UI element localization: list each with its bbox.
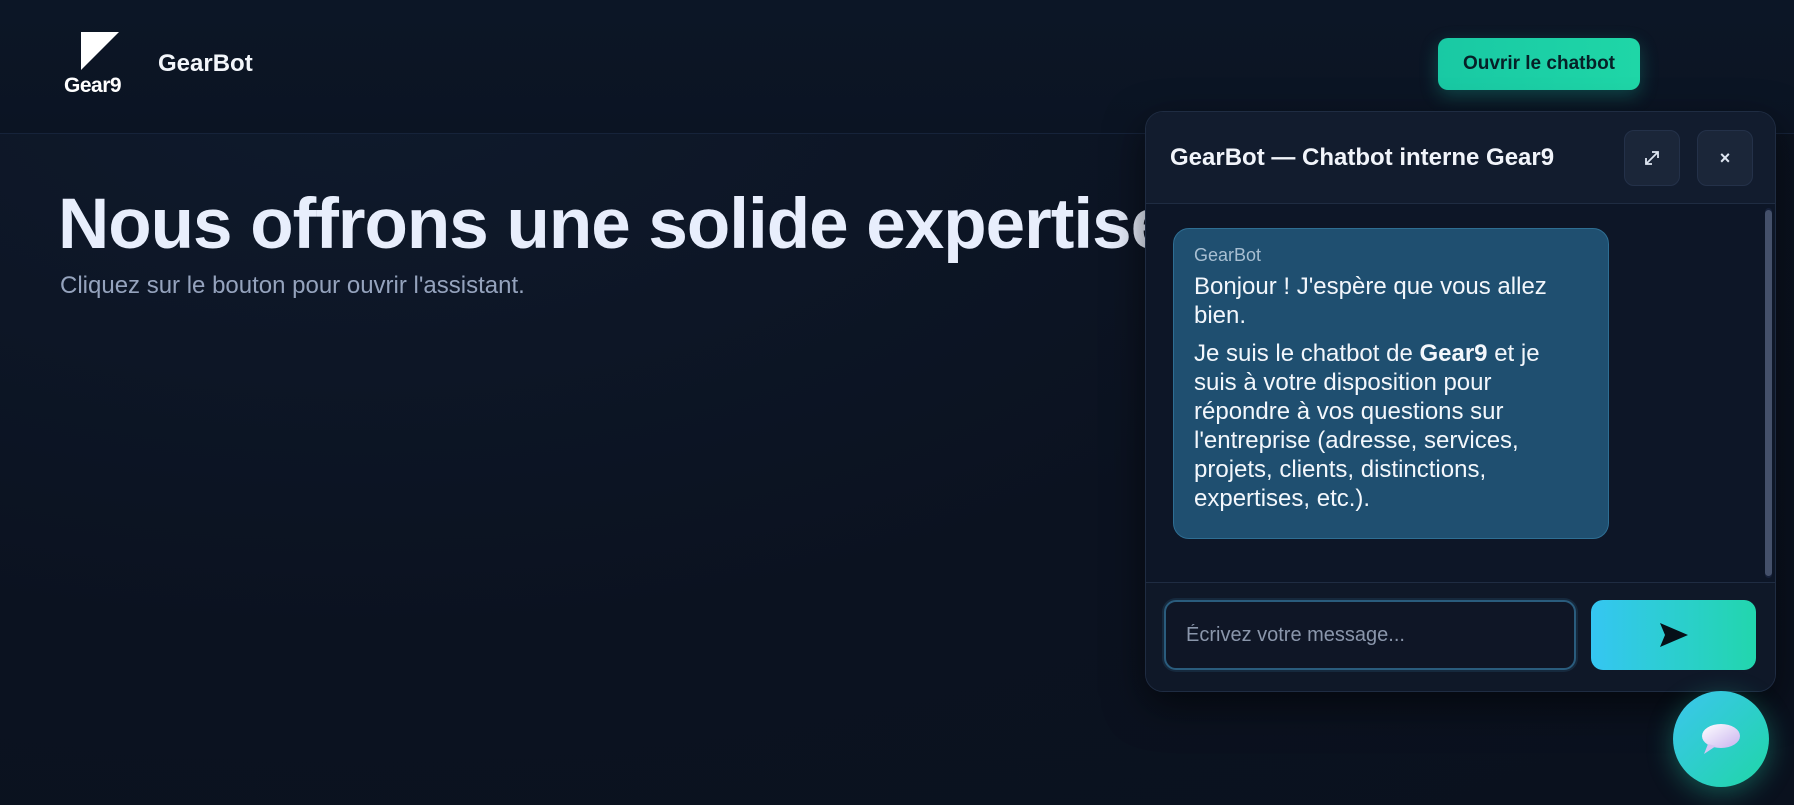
logo-text: Gear9 xyxy=(64,74,122,97)
hero-subtitle: Cliquez sur le bouton pour ouvrir l'assi… xyxy=(60,272,525,299)
message-sender: GearBot xyxy=(1194,245,1262,265)
chat-launcher-button[interactable] xyxy=(1673,691,1769,787)
logo-mark-icon xyxy=(81,32,119,70)
close-button[interactable]: × xyxy=(1697,130,1753,186)
send-icon xyxy=(1659,623,1688,647)
chat-header: GearBot — Chatbot interne Gear9 × xyxy=(1146,112,1775,204)
send-button[interactable] xyxy=(1591,600,1756,670)
chatbot-panel: GearBot — Chatbot interne Gear9 × GearBo… xyxy=(1145,111,1776,692)
brand-title: GearBot xyxy=(158,50,253,77)
company-name: Gear9 xyxy=(1419,340,1488,367)
expand-button[interactable] xyxy=(1624,130,1680,186)
chat-scrollbar[interactable] xyxy=(1765,208,1772,578)
message-paragraph: Je suis le chatbot de Gear9 et je suis à… xyxy=(1194,339,1588,513)
bot-message-bubble: GearBot Bonjour ! J'espère que vous alle… xyxy=(1173,228,1609,539)
message-input[interactable] xyxy=(1164,600,1576,670)
open-chatbot-button[interactable]: Ouvrir le chatbot xyxy=(1438,38,1640,90)
close-icon: × xyxy=(1719,147,1731,168)
chat-bubble-icon xyxy=(1702,724,1740,754)
hero-title: Nous offrons une solide expertise xyxy=(58,185,1148,264)
chat-title: GearBot — Chatbot interne Gear9 xyxy=(1170,144,1555,171)
chat-composer xyxy=(1146,582,1775,691)
page: Gear9 GearBot Ouvrir le chatbot Nous off… xyxy=(0,0,1794,805)
gear9-logo[interactable]: Gear9 xyxy=(64,32,126,98)
expand-icon xyxy=(1645,151,1659,165)
message-paragraph: Bonjour ! J'espère que vous allez bien. xyxy=(1194,273,1547,329)
chat-scrollbar-thumb[interactable] xyxy=(1765,210,1772,576)
message-text: Je suis le chatbot de xyxy=(1194,340,1420,367)
